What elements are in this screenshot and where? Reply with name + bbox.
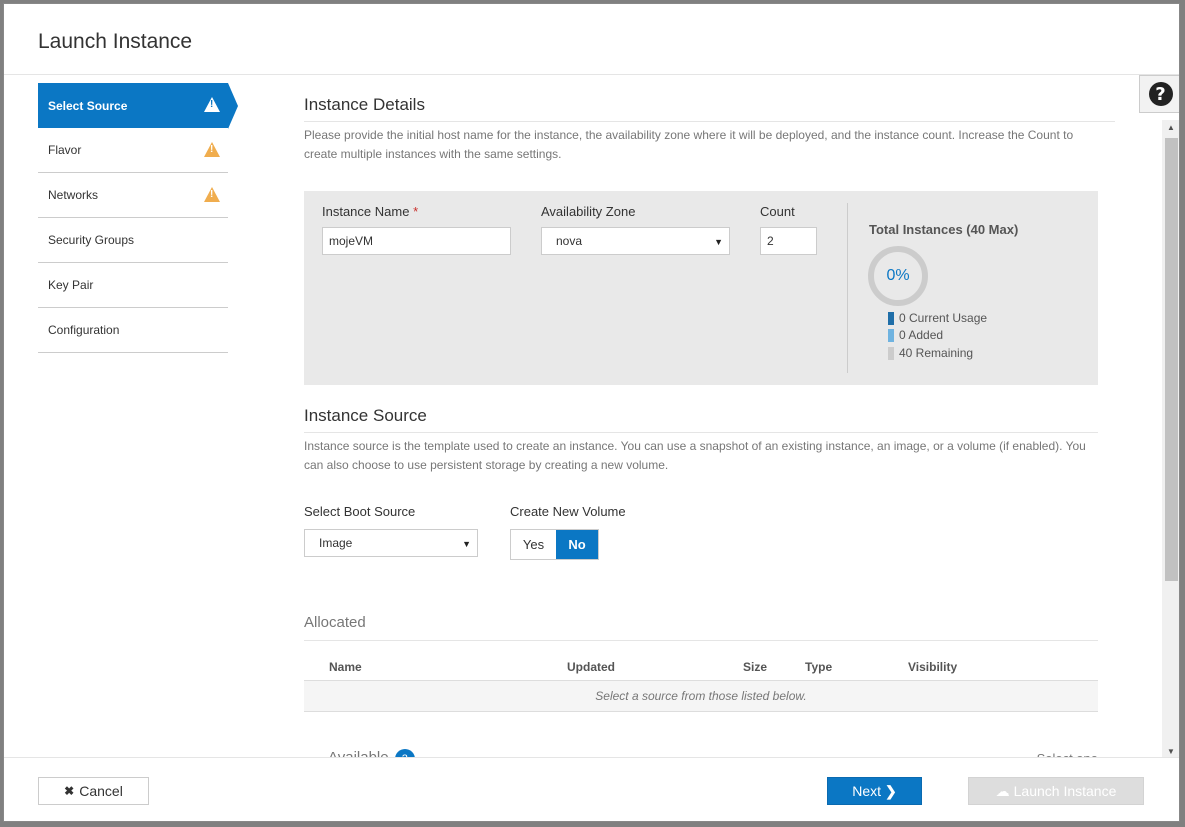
warning-icon: ! [204,187,220,202]
usage-percent: 0% [886,267,910,284]
required-marker: * [413,204,419,219]
panel-divider [847,203,848,373]
scroll-up-icon[interactable]: ▲ [1167,123,1175,132]
column-updated: Updated [567,660,615,674]
allocated-empty-row: Select a source from those listed below. [304,681,1098,712]
modal-title: Launch Instance [38,30,193,53]
create-volume-toggle: Yes No [510,529,599,560]
nav-item-configuration[interactable]: Configuration [38,308,228,353]
nav-item-security-groups[interactable]: Security Groups [38,218,228,263]
instance-details-description: Please provide the initial host name for… [304,128,1074,161]
section-divider [304,432,1098,433]
legend-remaining: 40 Remaining [888,346,973,360]
launch-instance-modal: Launch Instance ? Select Source ! Flavor… [3,3,1180,822]
volume-yes-button[interactable]: Yes [511,530,556,559]
warning-icon: ! [204,97,220,112]
next-button[interactable]: Next ❯ [827,777,922,805]
count-label: Count [760,204,795,219]
chevron-right-icon: ❯ [885,782,897,799]
legend-added: 0 Added [888,328,943,342]
instance-source-description: Instance source is the template used to … [304,439,1086,472]
wizard-nav: Select Source ! Flavor ! Networks ! Secu… [38,83,238,353]
column-type: Type [805,660,833,674]
nav-item-networks[interactable]: Networks ! [38,173,228,218]
scroll-down-icon[interactable]: ▼ [1167,747,1175,756]
legend-current-usage: 0 Current Usage [888,311,987,325]
legend-swatch-remaining [888,346,894,360]
warning-icon: ! [204,142,220,157]
cloud-upload-icon: ☁ [995,782,1010,799]
nav-item-label: Configuration [48,323,120,337]
instance-details-title: Instance Details [304,95,425,114]
nav-item-key-pair[interactable]: Key Pair [38,263,228,308]
availability-zone-select[interactable]: nova ▼ [541,227,730,255]
nav-item-label: Networks [48,188,99,202]
wizard-content: Instance Details Please provide the init… [304,75,1162,759]
instance-name-label: Instance Name * [322,204,419,219]
instance-source-title: Instance Source [304,406,427,425]
content-scrollbar[interactable]: ▲ ▼ [1162,120,1179,759]
modal-header: Launch Instance [4,4,1179,75]
column-visibility: Visibility [908,660,958,674]
total-instances-title: Total Instances (40 Max) [869,222,1019,237]
boot-source-select[interactable]: Image ▼ [304,529,478,557]
instance-details-panel: Instance Name * mojeVM Availability Zone… [304,191,1098,385]
allocated-table-header: Name Updated Size Type Visibility [304,640,1098,681]
launch-instance-button[interactable]: ☁ Launch Instance [968,777,1144,805]
nav-item-label: Flavor [48,143,82,157]
nav-item-label: Key Pair [48,278,94,292]
usage-donut-chart: 0% [868,246,928,306]
boot-source-label: Select Boot Source [304,504,416,519]
availability-zone-label: Availability Zone [541,204,636,219]
caret-down-icon: ▼ [714,237,723,247]
allocated-title: Allocated [304,614,366,631]
nav-item-select-source[interactable]: Select Source ! [38,83,238,129]
nav-item-label: Security Groups [48,233,135,247]
section-divider [304,121,1115,122]
volume-no-button[interactable]: No [556,530,598,559]
column-size: Size [743,660,768,674]
scrollbar-thumb[interactable] [1165,138,1178,581]
caret-down-icon: ▼ [462,539,471,549]
cancel-button[interactable]: ✖ Cancel [38,777,149,805]
close-icon: ✖ [64,784,75,798]
instance-name-input[interactable]: mojeVM [322,227,511,255]
create-volume-label: Create New Volume [510,504,626,519]
count-input[interactable]: 2 [760,227,817,255]
modal-footer: ✖ Cancel Next ❯ ☁ Launch Instance [4,757,1179,821]
legend-swatch-added [888,328,894,342]
nav-item-flavor[interactable]: Flavor ! [38,128,228,173]
nav-item-label: Select Source [48,98,128,113]
column-name: Name [329,660,362,674]
legend-swatch-current [888,311,894,325]
